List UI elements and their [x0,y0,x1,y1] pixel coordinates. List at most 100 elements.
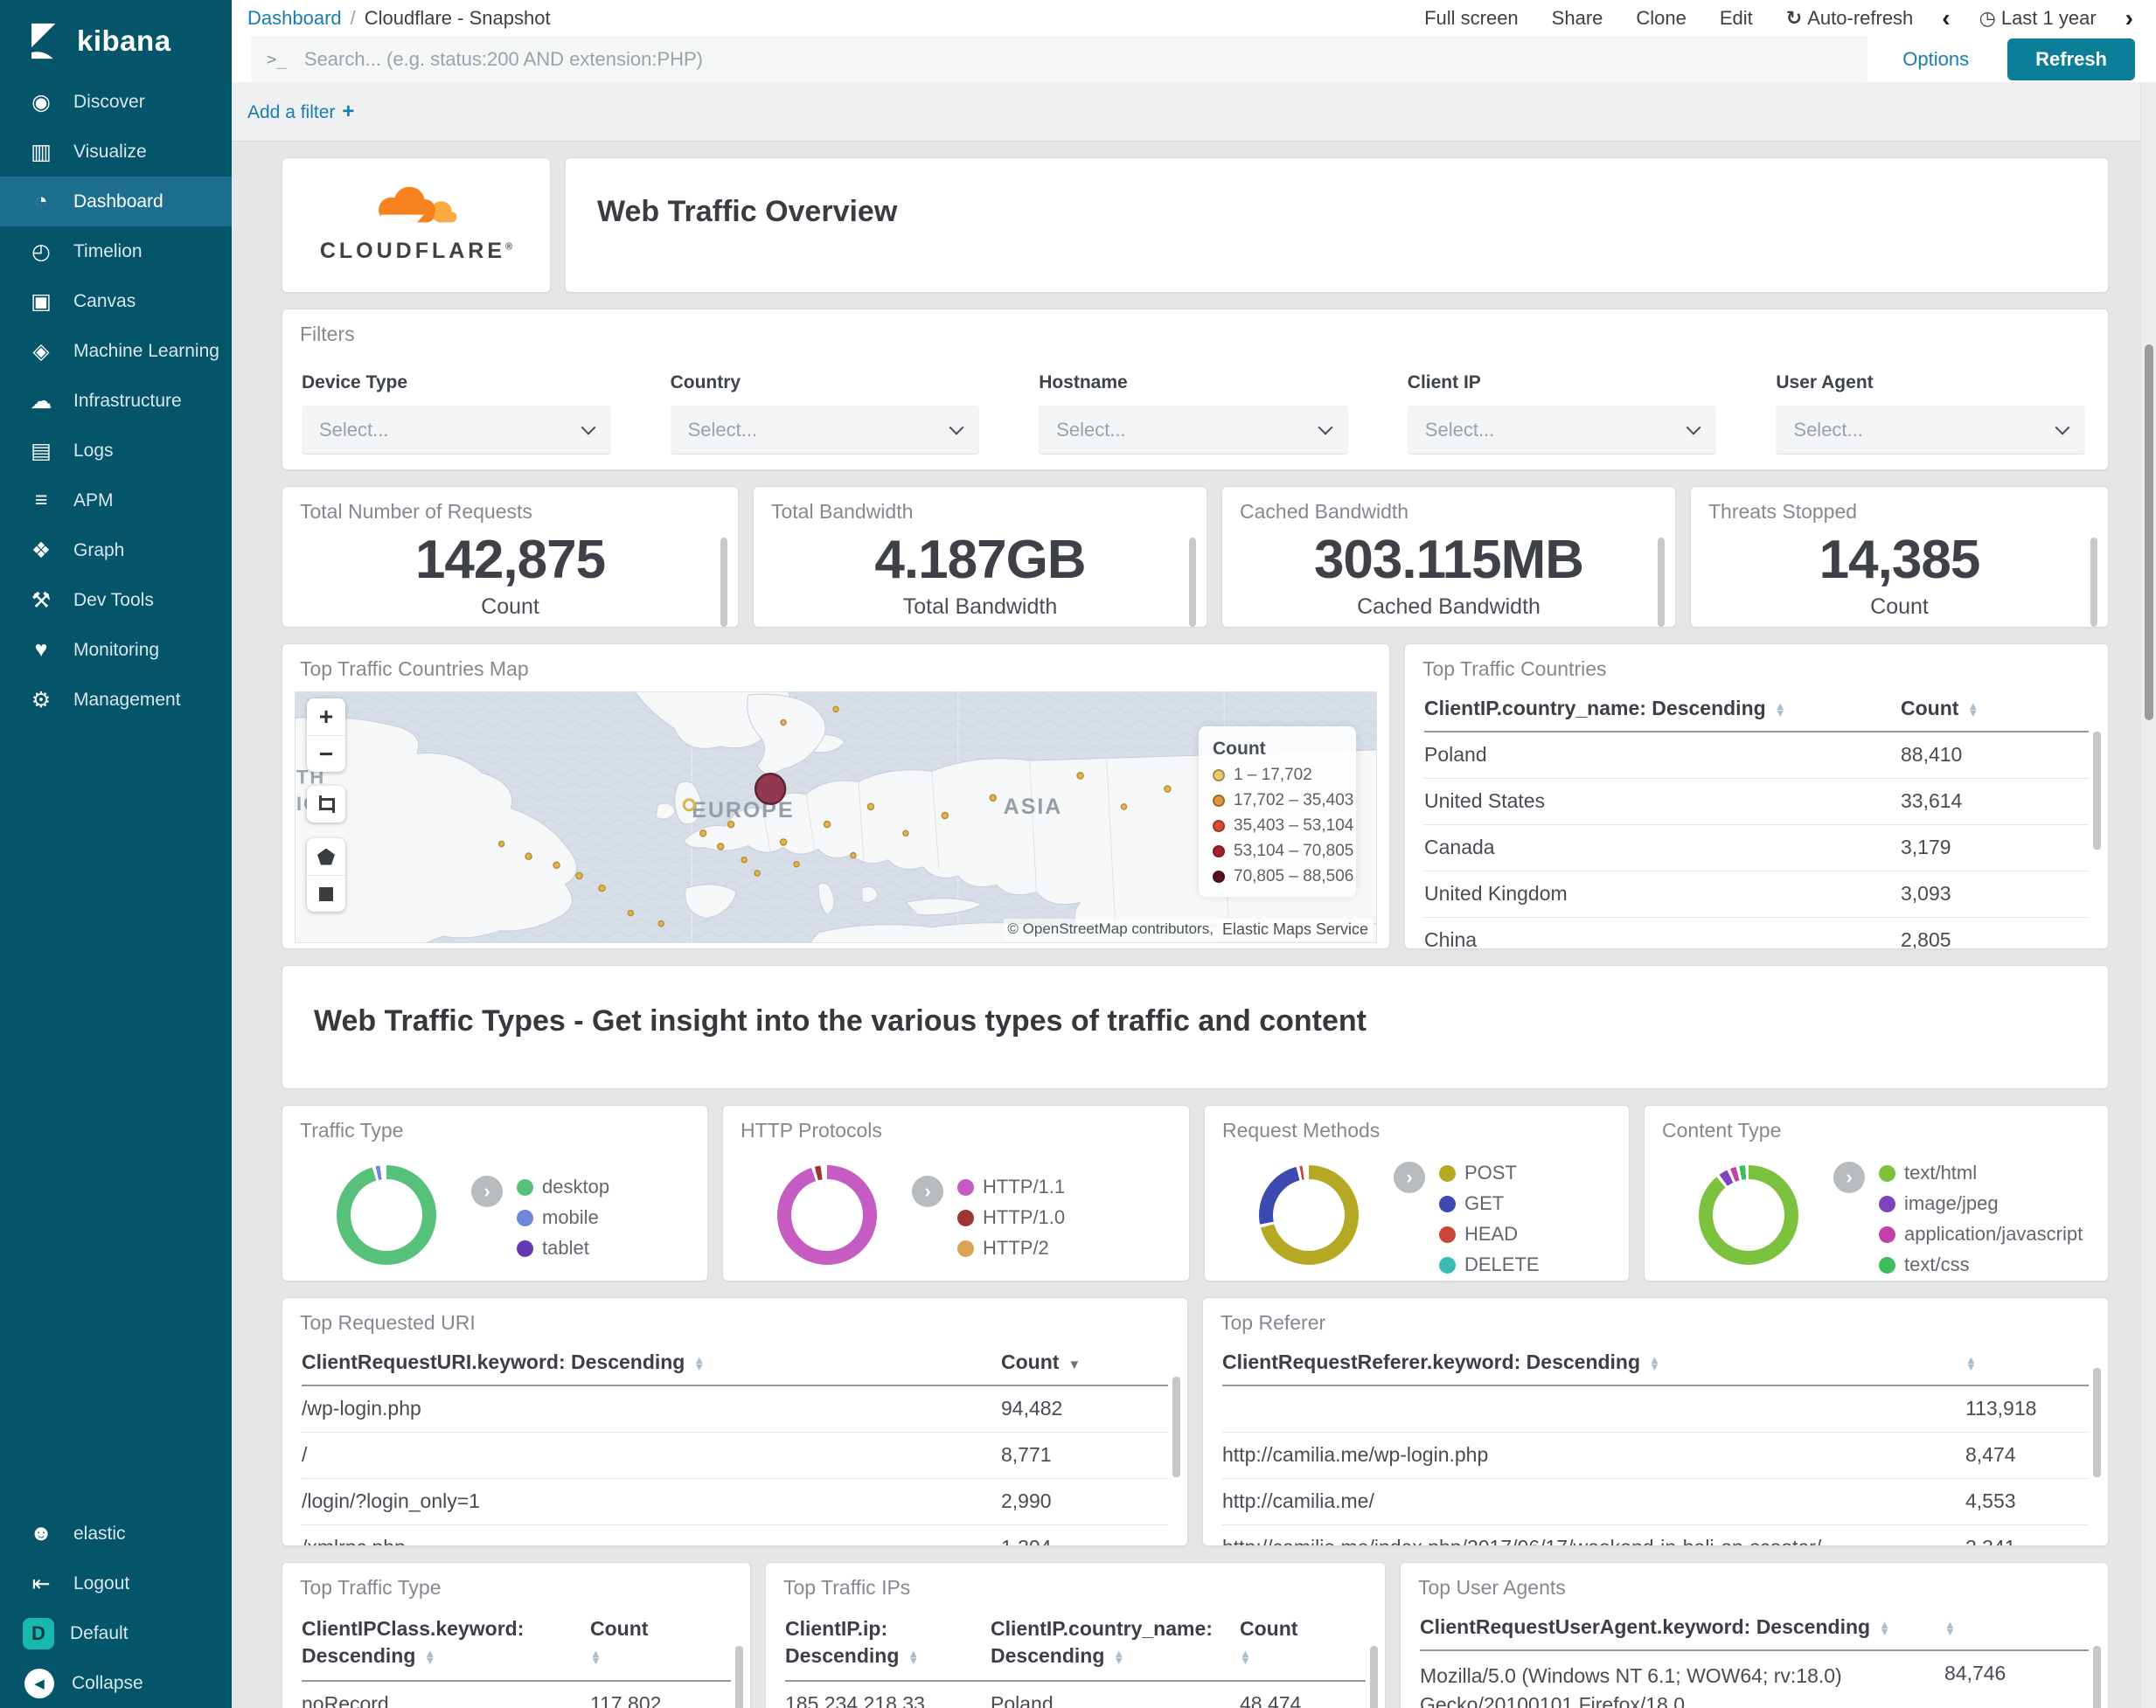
column-header-user-agent[interactable]: ClientRequestUserAgent.keyword: Descendi… [1420,1601,1944,1651]
device-type-select[interactable]: Select... [302,406,611,455]
time-range-picker[interactable]: ◷ Last 1 year [1963,7,2113,30]
map-zoom-in-button[interactable]: + [307,698,345,735]
panel-scrollbar[interactable] [1658,538,1665,627]
panel-scrollbar[interactable] [1189,538,1196,627]
table-row[interactable]: /wp-login.php 94,482 [302,1385,1168,1433]
sidebar-item-dev-tools[interactable]: ⚒ Dev Tools [0,575,232,625]
legend-item[interactable]: application/javascript [1879,1223,2083,1246]
client-ip-select[interactable]: Select... [1407,406,1717,455]
map-fit-bounds-button[interactable] [307,786,345,823]
map-draw-polygon-button[interactable] [307,838,345,875]
panel-scrollbar[interactable] [1172,1377,1180,1477]
sidebar-item-visualize[interactable]: ▥ Visualize [0,127,232,177]
legend-expand-icon[interactable]: › [1833,1162,1865,1193]
column-header-count[interactable]: Count ▲ ▼ [590,1601,731,1683]
user-agent-select[interactable]: Select... [1776,406,2085,455]
edit-button[interactable]: Edit [1703,7,1770,30]
table-row[interactable]: http://camilia.me/index.php/2017/06/17/w… [1222,1524,2089,1545]
panel-scrollbar[interactable] [2093,732,2101,850]
sidebar-item-canvas[interactable]: ▣ Canvas [0,276,232,326]
search-input-container[interactable]: >_ [251,36,1868,82]
table-row[interactable]: United Kingdom 3,093 [1424,871,2089,918]
legend-item[interactable]: HTTP/1.1 [957,1176,1065,1198]
legend-item[interactable]: mobile [517,1206,609,1229]
table-row[interactable]: 113,918 [1222,1385,2089,1433]
table-row[interactable]: /8,771 [302,1432,1168,1479]
table-row[interactable]: Mozilla/5.0 (Windows NT 6.1; WOW64; rv:1… [1420,1650,2089,1708]
column-header-count[interactable]: Count ▲ ▼ [1240,1601,1366,1683]
table-row[interactable]: http://camilia.me/wp-login.php 8,474 [1222,1432,2089,1479]
add-filter-link[interactable]: Add a filter + [247,100,354,124]
sidebar-item-machine-learning[interactable]: ◈ Machine Learning [0,326,232,376]
sidebar-item-management[interactable]: ⚙ Management [0,675,232,725]
legend-item[interactable]: image/jpeg [1879,1192,2083,1215]
legend-expand-icon[interactable]: › [912,1176,943,1207]
http-protocols-donut-chart[interactable] [777,1165,877,1265]
column-header-uri[interactable]: ClientRequestURI.keyword: Descending ▲ ▼ [302,1337,1001,1386]
legend-item[interactable]: POST [1439,1162,1540,1184]
panel-scrollbar[interactable] [720,538,727,627]
legend-item[interactable]: HTTP/1.0 [957,1206,1065,1229]
time-back-button[interactable]: ‹ [1930,4,1962,32]
table-row[interactable]: noRecord 117,802 [302,1681,731,1708]
legend-expand-icon[interactable]: › [1394,1162,1425,1193]
column-header-count[interactable]: ▲ ▼ [1965,1337,2089,1386]
column-header-count[interactable]: Count ▼ [1001,1337,1168,1386]
legend-item[interactable]: text/css [1879,1253,2083,1276]
column-header-ip[interactable]: ClientIP.ip: Descending ▲ ▼ [785,1601,991,1683]
traffic-type-donut-chart[interactable] [337,1165,436,1265]
clone-button[interactable]: Clone [1619,7,1702,30]
sidebar-item-user[interactable]: ☻ elastic [0,1509,232,1559]
column-header-referer[interactable]: ClientRequestReferer.keyword: Descending… [1222,1337,1965,1386]
sidebar-item-collapse[interactable]: ◀ Collapse [0,1658,232,1708]
options-link[interactable]: Options [1902,48,1969,71]
legend-item[interactable]: DELETE [1439,1253,1540,1276]
table-row[interactable]: /login/?login_only=1 2,990 [302,1478,1168,1525]
kibana-logo[interactable]: kibana [0,0,232,77]
sidebar-item-logs[interactable]: ▤ Logs [0,426,232,476]
request-methods-donut-chart[interactable] [1259,1165,1359,1265]
map-draw-rectangle-button[interactable] [307,875,345,912]
search-input[interactable] [302,46,1853,72]
legend-item[interactable]: GET [1439,1192,1540,1215]
legend-item[interactable]: HEAD [1439,1223,1540,1246]
table-row[interactable]: /xmlrpc.php1,394 [302,1524,1168,1545]
page-scrollbar[interactable] [2140,82,2156,1708]
sidebar-item-logout[interactable]: ⇤ Logout [0,1559,232,1608]
full-screen-button[interactable]: Full screen [1408,7,1535,30]
table-row[interactable]: Canada 3,179 [1424,824,2089,871]
world-map[interactable]: TH IC EUROPE ASIA [295,691,1377,943]
refresh-button[interactable]: Refresh [2007,38,2135,80]
panel-scrollbar[interactable] [2093,1646,2101,1708]
sidebar-item-graph[interactable]: ❖ Graph [0,525,232,575]
sidebar-item-discover[interactable]: ◉ Discover [0,77,232,127]
legend-expand-icon[interactable]: › [471,1176,503,1207]
table-row[interactable]: China 2,805 [1424,917,2089,948]
legend-item[interactable]: tablet [517,1237,609,1260]
column-header-ipclass[interactable]: ClientIPClass.keyword: Descending ▲ ▼ [302,1601,590,1683]
auto-refresh-button[interactable]: ↻ Auto-refresh [1770,7,1930,30]
panel-scrollbar[interactable] [2090,538,2097,627]
column-header-count[interactable]: Count ▲ ▼ [1901,683,2089,732]
legend-item[interactable]: HTTP/2 [957,1237,1065,1260]
column-header-country[interactable]: ClientIP.country_name: Descending ▲ ▼ [991,1601,1240,1683]
time-forward-button[interactable]: › [2113,4,2146,32]
column-header-count[interactable]: ▲ ▼ [1944,1601,2089,1651]
map-zoom-out-button[interactable]: − [307,735,345,772]
sidebar-item-space-default[interactable]: D Default [0,1608,232,1658]
table-row[interactable]: United States 33,614 [1424,778,2089,825]
poland-traffic-circle[interactable] [754,773,787,806]
sidebar-item-dashboard[interactable]: ◔ Dashboard [0,177,232,226]
sidebar-item-timelion[interactable]: ◴ Timelion [0,226,232,276]
panel-scrollbar[interactable] [2093,1368,2101,1477]
legend-item[interactable]: desktop [517,1176,609,1198]
table-row[interactable]: Poland 88,410 [1424,732,2089,779]
legend-item[interactable]: text/html [1879,1162,2083,1184]
table-row[interactable]: http://camilia.me/4,553 [1222,1478,2089,1525]
table-row[interactable]: 185.234.218.33 Poland 48,474 [785,1681,1366,1708]
sidebar-item-apm[interactable]: ≡ APM [0,476,232,525]
country-select[interactable]: Select... [670,406,980,455]
content-type-donut-chart[interactable] [1699,1165,1798,1265]
page-scrollbar-thumb[interactable] [2145,344,2153,720]
sidebar-item-monitoring[interactable]: ♥ Monitoring [0,625,232,675]
